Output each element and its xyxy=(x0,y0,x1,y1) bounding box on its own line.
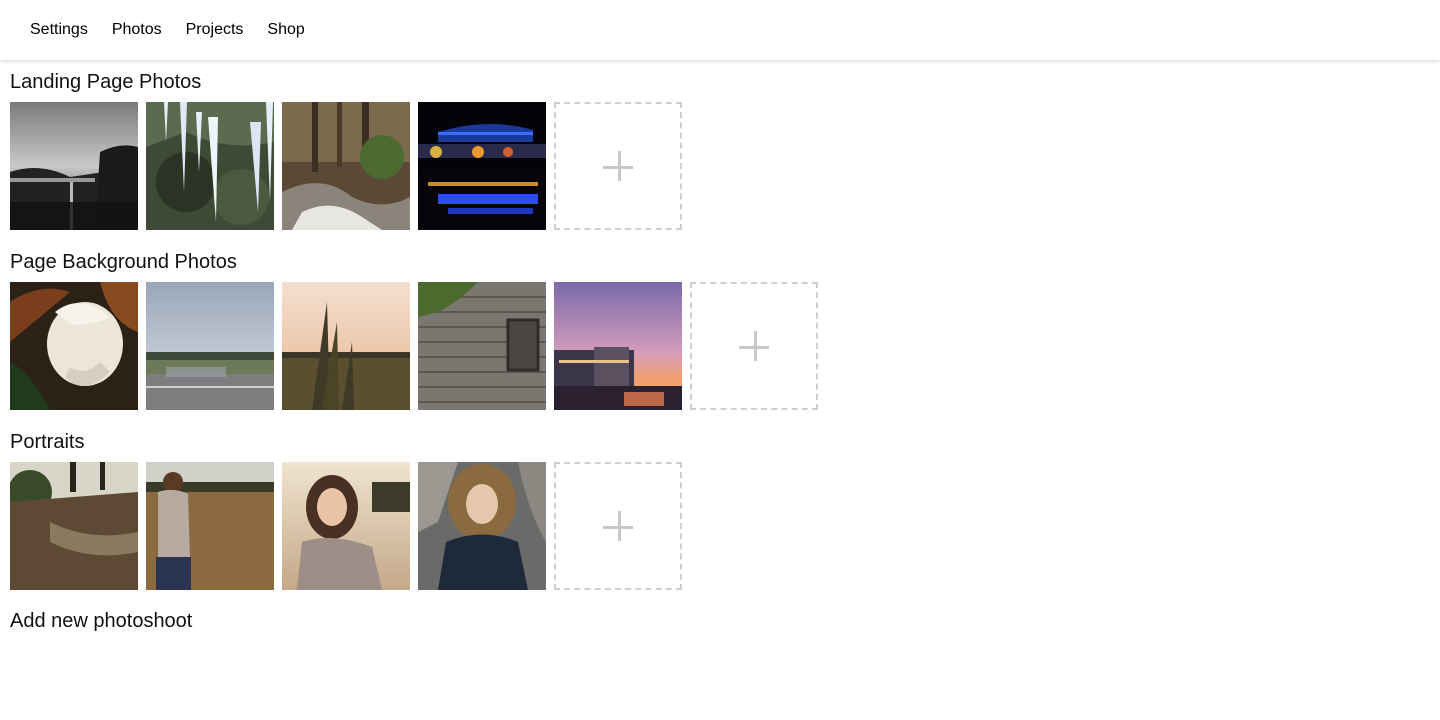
photo-thumbnail[interactable] xyxy=(146,462,274,590)
photo-thumbnail[interactable] xyxy=(418,102,546,230)
nav-settings[interactable]: Settings xyxy=(30,21,88,39)
main-content: Landing Page Photos Page Background Phot… xyxy=(10,70,818,633)
section-title: Portraits xyxy=(10,431,85,453)
section-title: Landing Page Photos xyxy=(10,71,202,93)
top-navigation-bar: Settings Photos Projects Shop xyxy=(0,0,1440,60)
nav-projects[interactable]: Projects xyxy=(186,21,244,39)
photo-thumbnail[interactable] xyxy=(10,102,138,230)
section-page-background-photos: Page Background Photos xyxy=(10,250,818,410)
add-photo-button[interactable] xyxy=(690,282,818,410)
photo-row xyxy=(10,462,818,590)
photo-thumbnail[interactable] xyxy=(10,462,138,590)
add-new-photoshoot-link[interactable]: Add new photoshoot xyxy=(10,610,818,633)
photo-thumbnail[interactable] xyxy=(418,462,546,590)
section-portraits: Portraits xyxy=(10,430,818,590)
photo-thumbnail[interactable] xyxy=(146,102,274,230)
photo-thumbnail[interactable] xyxy=(146,282,274,410)
photo-thumbnail[interactable] xyxy=(282,102,410,230)
photo-thumbnail[interactable] xyxy=(282,282,410,410)
photo-thumbnail[interactable] xyxy=(10,282,138,410)
add-photo-button[interactable] xyxy=(554,462,682,590)
photo-thumbnail[interactable] xyxy=(554,282,682,410)
section-landing-page-photos: Landing Page Photos xyxy=(10,70,818,230)
add-photo-button[interactable] xyxy=(554,102,682,230)
section-title: Page Background Photos xyxy=(10,251,237,273)
nav-photos[interactable]: Photos xyxy=(112,21,162,39)
photo-row xyxy=(10,282,818,410)
photo-thumbnail[interactable] xyxy=(282,462,410,590)
nav-shop[interactable]: Shop xyxy=(267,21,304,39)
photo-row xyxy=(10,102,818,230)
photo-thumbnail[interactable] xyxy=(418,282,546,410)
